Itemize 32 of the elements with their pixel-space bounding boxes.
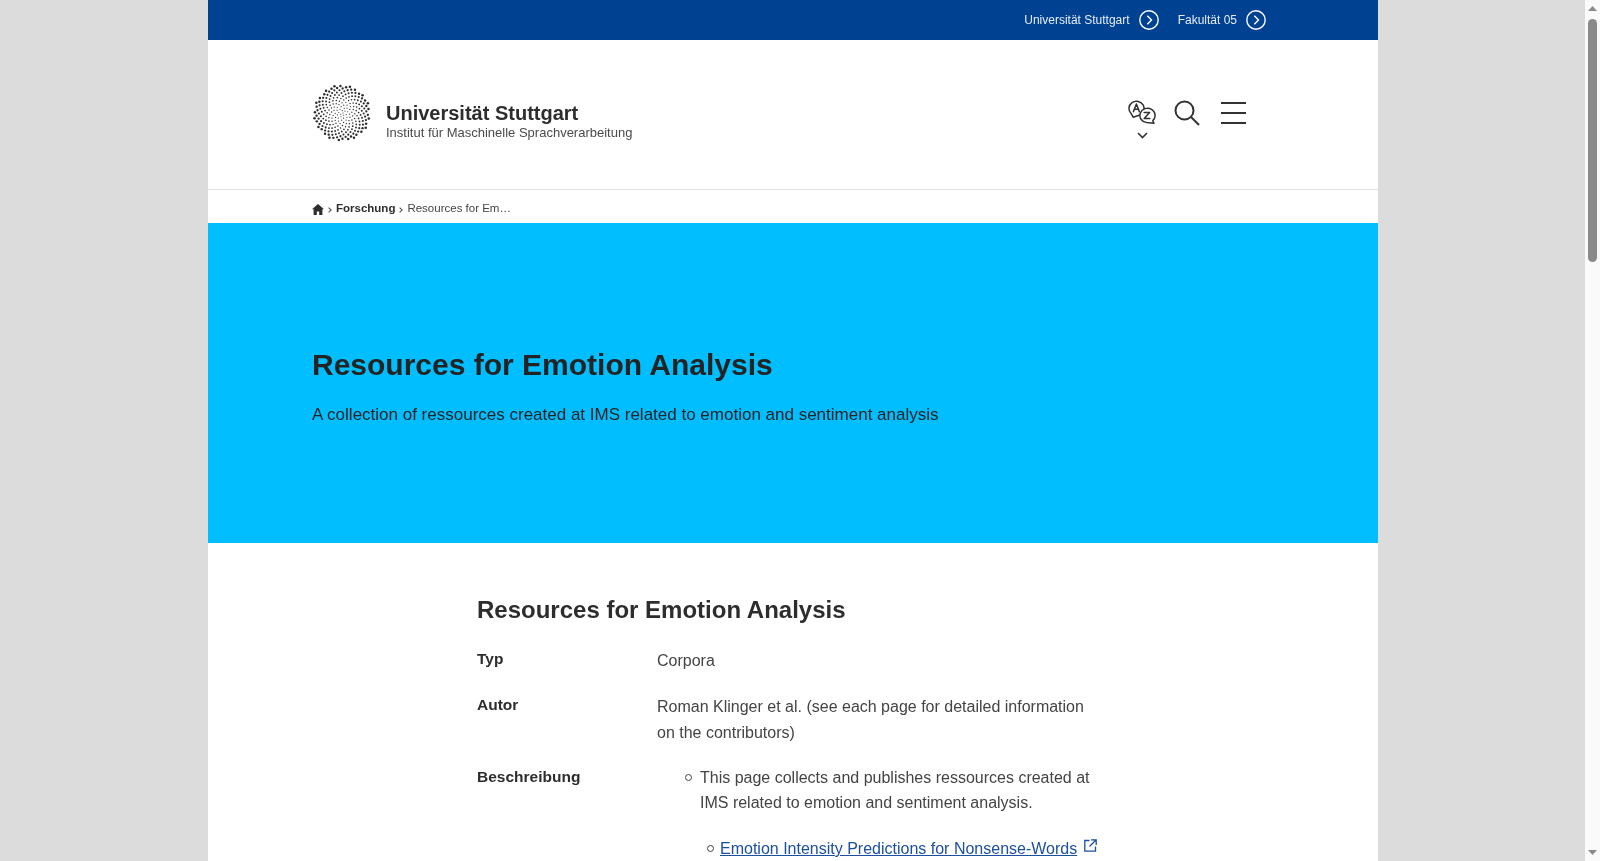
resource-link[interactable]: Emotion Intensity Predictions for Nonsense-Words (720, 836, 1098, 861)
translate-icon (1127, 99, 1157, 124)
chevron-down-icon (1136, 132, 1148, 139)
logo (312, 83, 372, 143)
language-button[interactable] (1127, 99, 1157, 139)
scrollbar-thumb[interactable] (1588, 19, 1597, 262)
chevron-right-icon (399, 206, 404, 213)
external-link-icon (1084, 839, 1098, 852)
scrollbar[interactable] (1585, 0, 1600, 861)
scroll-up-icon[interactable] (1588, 6, 1597, 11)
field-value: Corpora (657, 651, 716, 671)
top-bar-link[interactable]: Universität Stuttgart (1024, 10, 1159, 30)
logo-title: Universität Stuttgart (386, 101, 580, 125)
chevron-circle-icon (1246, 10, 1266, 30)
hero-subtitle: A collection of ressources created at IMS related to emotion and sentiment analysis (312, 404, 939, 426)
breadcrumb-current: Resources for Em… (407, 201, 511, 217)
hero-title: Resources for Emotion Analysis (312, 347, 773, 383)
field-label: Beschreibung (477, 768, 581, 785)
breadcrumb-link[interactable]: Forschung (336, 200, 396, 218)
logo-subtitle: Institut für Maschinelle Sprachverarbeitung (386, 125, 633, 140)
field-label: Autor (477, 696, 519, 713)
menu-icon[interactable] (1221, 102, 1246, 124)
search-icon[interactable] (1174, 100, 1200, 126)
scroll-down-icon[interactable] (1588, 850, 1597, 855)
field-value: Roman Klinger et al. (see each page for detailed information on the contributors) (657, 697, 1085, 743)
home-icon[interactable] (312, 203, 324, 215)
top-bar-link[interactable]: Fakultät 05 (1177, 10, 1266, 30)
field-label: Typ (477, 650, 504, 667)
section-heading: Resources for Emotion Analysis (477, 595, 846, 625)
chevron-right-icon (328, 206, 332, 213)
description-text: This page collects and publishes ressources created at IMS related to emotion and sentiment analysis. (700, 768, 1091, 813)
chevron-circle-icon (1138, 10, 1159, 30)
